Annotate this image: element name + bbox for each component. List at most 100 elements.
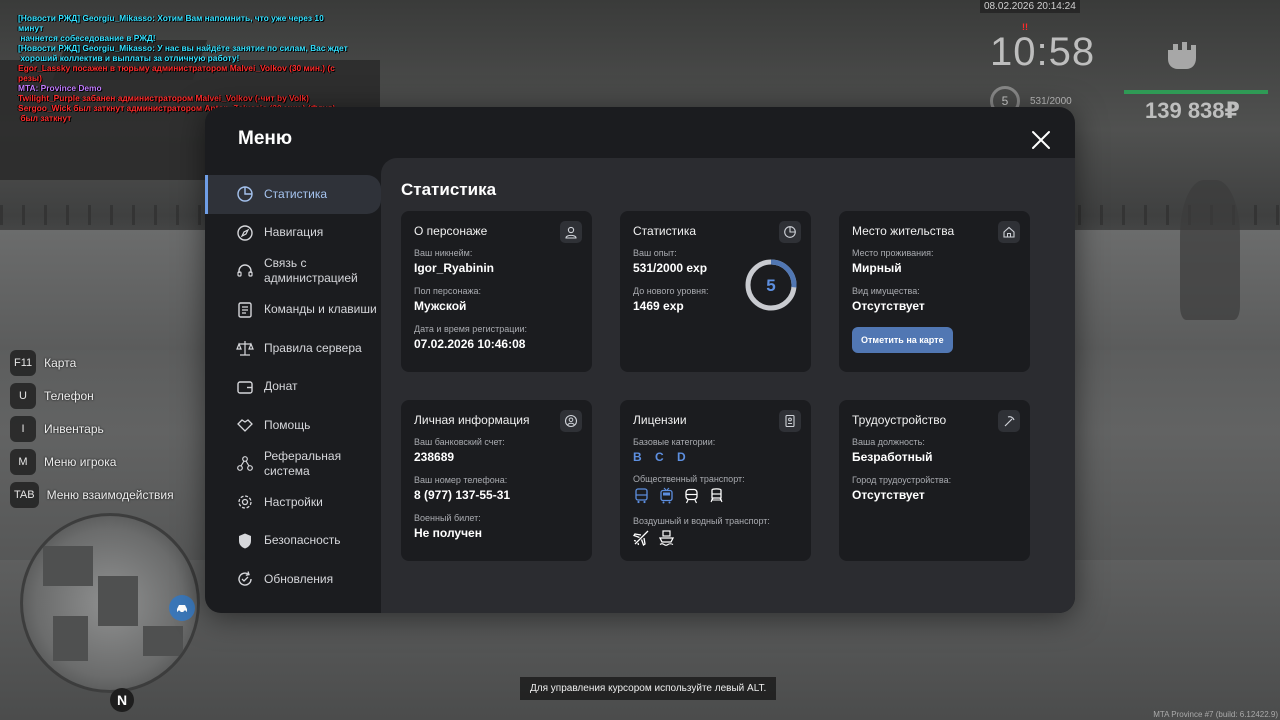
license-icon bbox=[779, 410, 801, 432]
sidebar-item-label: Статистика bbox=[264, 186, 328, 201]
sidebar-item-contact-admin[interactable]: Связь с администрацией bbox=[205, 252, 381, 291]
north-indicator: N bbox=[110, 688, 134, 712]
key-hint-inventory: I Инвентарь bbox=[10, 412, 174, 445]
sidebar-item-updates[interactable]: Обновления bbox=[205, 560, 381, 599]
map-block bbox=[98, 576, 138, 626]
sidebar-item-label: Помощь bbox=[264, 417, 311, 432]
chat-line: Egor_Lassky посажен в тюрьму администрат… bbox=[18, 63, 335, 73]
sidebar-item-label: Безопасность bbox=[264, 533, 341, 548]
sidebar-item-navigation[interactable]: Навигация bbox=[205, 214, 381, 253]
sidebar-item-label: Правила сервера bbox=[264, 340, 362, 355]
sidebar-item-label: Реферальная система bbox=[264, 448, 342, 478]
headset-icon bbox=[237, 264, 253, 277]
mark-on-map-button[interactable]: Отметить на карте bbox=[852, 327, 953, 353]
field-value-property: Отсутствует bbox=[852, 299, 925, 313]
sidebar-item-statistics[interactable]: Статистика bbox=[205, 175, 381, 214]
vehicle-icon bbox=[169, 595, 195, 621]
pie-chart-icon bbox=[237, 186, 253, 202]
key-badge: U bbox=[10, 382, 36, 409]
field-label: Город трудоустройства: bbox=[852, 475, 952, 485]
hud-money: 139 838₽ bbox=[1145, 98, 1240, 123]
sidebar-item-referral[interactable]: Реферальная система bbox=[205, 445, 381, 484]
chat-line: MTA: Province Demo bbox=[18, 83, 102, 93]
key-badge: F11 bbox=[10, 349, 37, 376]
close-icon[interactable] bbox=[1030, 129, 1052, 151]
refresh-icon bbox=[238, 571, 252, 586]
card-title: Статистика bbox=[633, 224, 697, 238]
chat-line: начнется собеседование в РЖД! bbox=[18, 33, 156, 43]
key-hint-map: F11 Карта bbox=[10, 346, 174, 379]
field-label: Вид имущества: bbox=[852, 286, 920, 296]
key-hint-interaction: TAB Меню взаимодействия bbox=[10, 478, 174, 511]
network-icon bbox=[237, 455, 253, 471]
card-personal: Личная информация Ваш банковский счет: 2… bbox=[401, 400, 592, 561]
key-hint-player-menu: M Меню игрока bbox=[10, 445, 174, 478]
sidebar-item-settings[interactable]: Настройки bbox=[205, 483, 381, 522]
bus-icon bbox=[635, 488, 648, 504]
card-title: О персонаже bbox=[414, 224, 488, 238]
card-residence: Место жительства Место проживания: Мирны… bbox=[839, 211, 1030, 372]
field-value-registration: 07.02.2026 10:46:08 bbox=[414, 337, 526, 351]
key-badge: I bbox=[10, 415, 36, 442]
chat-line: Twilight_Purple забанен администратором … bbox=[18, 93, 309, 103]
sidebar-item-label: Донат bbox=[264, 379, 298, 394]
chat-line: [Новости РЖД] Georgiu_Mikasso: У нас вы … bbox=[18, 43, 348, 53]
key-badge: M bbox=[10, 448, 36, 475]
handshake-icon bbox=[237, 419, 253, 433]
document-icon bbox=[238, 302, 252, 318]
field-label: Дата и время регистрации: bbox=[414, 324, 527, 334]
sidebar-item-label: Навигация bbox=[264, 225, 324, 240]
chat-line: хороший коллектив и выплаты за отличную … bbox=[18, 53, 240, 63]
map-block bbox=[43, 546, 93, 586]
trolleybus-icon bbox=[660, 487, 673, 504]
card-employment: Трудоустройство Ваша должность: Безработ… bbox=[839, 400, 1030, 561]
user-circle-icon bbox=[560, 410, 582, 432]
field-label: Ваш банковский счет: bbox=[414, 437, 505, 447]
sidebar-item-rules[interactable]: Правила сервера bbox=[205, 329, 381, 368]
key-label: Карта bbox=[44, 355, 77, 370]
sidebar-item-label: Связь с администрацией bbox=[264, 256, 358, 286]
stats-content: Статистика О персонаже Ваш никнейм: Igor… bbox=[381, 158, 1075, 613]
ring-level-text: 5 bbox=[766, 276, 775, 295]
gear-icon bbox=[238, 495, 252, 509]
field-label: Ваша должность: bbox=[852, 437, 925, 447]
field-value-gender: Мужской bbox=[414, 299, 467, 313]
hud-exp: 531/2000 bbox=[1030, 96, 1072, 107]
sidebar-item-commands[interactable]: Команды и клавиши bbox=[205, 291, 381, 330]
field-value-nickname: Igor_Ryabinin bbox=[414, 261, 495, 275]
card-licenses: Лицензии Базовые категории: B C D Общест… bbox=[620, 400, 811, 561]
field-label: Общественный транспорт: bbox=[633, 474, 745, 484]
key-hints: F11 Карта U Телефон I Инвентарь M Меню и… bbox=[10, 346, 174, 511]
card-title: Место жительства bbox=[852, 224, 955, 238]
sidebar-item-security[interactable]: Безопасность bbox=[205, 522, 381, 561]
field-value-phone: 8 (977) 137-55-31 bbox=[414, 488, 511, 502]
cursor-hint: Для управления курсором используйте левы… bbox=[520, 677, 777, 700]
field-value-position: Безработный bbox=[852, 450, 933, 464]
sidebar-item-help[interactable]: Помощь bbox=[205, 406, 381, 445]
key-label: Инвентарь bbox=[44, 421, 104, 436]
wallet-icon bbox=[237, 381, 253, 394]
sidebar-item-label: Команды и клавиши bbox=[264, 302, 377, 317]
sidebar-item-donate[interactable]: Донат bbox=[205, 368, 381, 407]
menu-panel: Меню Статистика Навигация Связь с админи… bbox=[205, 107, 1075, 613]
field-label: Военный билет: bbox=[414, 513, 481, 523]
level-progress-ring: 5 bbox=[745, 259, 797, 311]
air-water-transport-icons bbox=[633, 529, 798, 546]
plane-icon bbox=[633, 530, 649, 546]
train-icon bbox=[710, 488, 723, 503]
field-value-bank-account: 238689 bbox=[414, 450, 455, 464]
key-label: Меню взаимодействия bbox=[46, 487, 174, 502]
key-label: Меню игрока bbox=[44, 454, 117, 469]
field-value-work-city: Отсутствует bbox=[852, 488, 925, 502]
card-character: О персонаже Ваш никнейм: Igor_Ryabinin П… bbox=[401, 211, 592, 372]
card-statistics: Статистика Ваш опыт: 531/2000 exp До нов… bbox=[620, 211, 811, 372]
license-categories: B C D bbox=[633, 450, 691, 464]
card-title: Лицензии bbox=[633, 413, 687, 427]
tram-icon bbox=[685, 488, 698, 504]
pickaxe-icon bbox=[998, 410, 1020, 432]
tree bbox=[1180, 180, 1240, 320]
user-icon bbox=[560, 221, 582, 243]
menu-title: Меню bbox=[238, 128, 293, 149]
health-bar bbox=[1124, 90, 1268, 94]
card-title: Личная информация bbox=[414, 413, 530, 427]
